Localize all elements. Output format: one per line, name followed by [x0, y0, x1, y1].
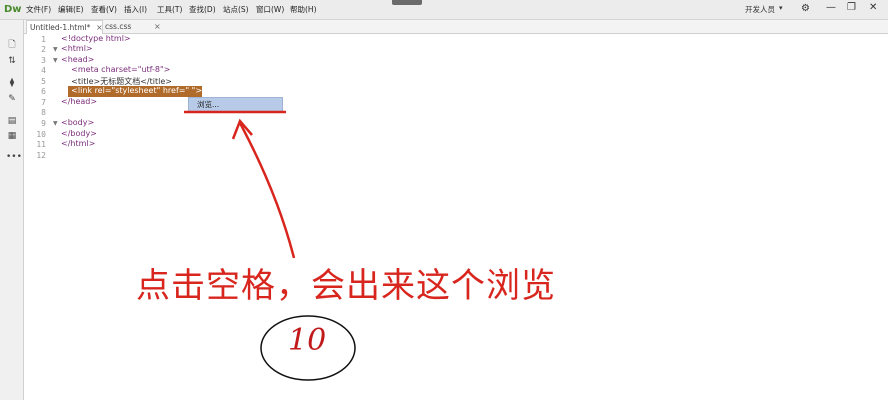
arrow-shaft	[238, 122, 296, 259]
step-number: 10	[288, 323, 327, 358]
annotation-overlay	[184, 110, 356, 381]
annotation-caption: 点击空格，会出来这个浏览	[136, 266, 556, 306]
